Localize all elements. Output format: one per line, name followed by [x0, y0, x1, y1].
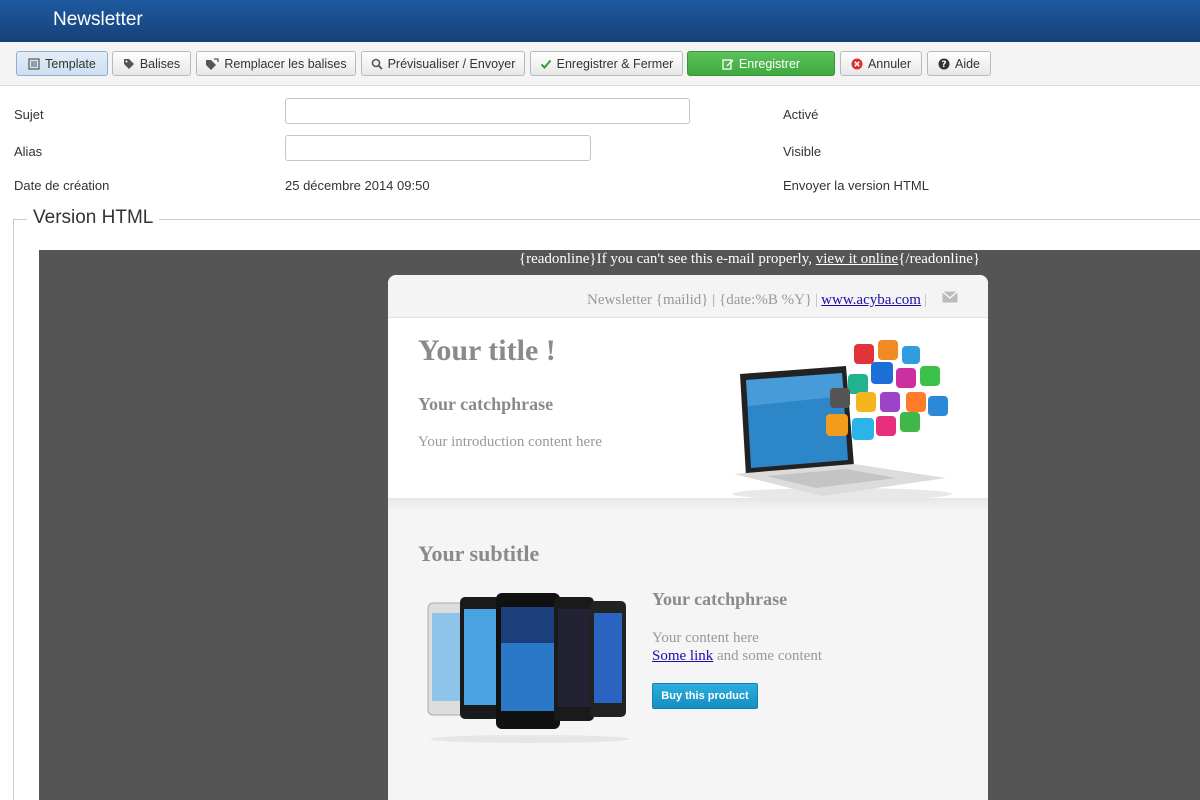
replace-tags-button[interactable]: Remplacer les balises — [196, 51, 356, 76]
toolbar: Template Balises Remplacer les balises P… — [0, 42, 1200, 86]
readonline-suffix: {/readonline} — [898, 251, 981, 267]
subject-label: Sujet — [14, 107, 44, 122]
readonline-prefix: {readonline}If you can't see this e-mail… — [518, 251, 816, 267]
preview-send-label: Prévisualiser / Envoyer — [387, 56, 516, 71]
hero-catchphrase: Your catchphrase — [418, 394, 554, 414]
template-button[interactable]: Template — [16, 51, 108, 76]
save-close-button[interactable]: Enregistrer & Fermer — [530, 51, 683, 76]
tags-label: Balises — [139, 56, 181, 71]
tags-button[interactable]: Balises — [112, 51, 191, 76]
alias-input[interactable] — [285, 135, 591, 161]
envelope-icon — [942, 291, 958, 303]
some-link[interactable]: Some link — [652, 648, 713, 664]
active-label: Activé — [783, 107, 819, 122]
hero-divider — [388, 498, 988, 510]
alias-label: Alias — [14, 144, 43, 159]
email-header-text: Newsletter {mailid} | {date:%B %Y} — [587, 292, 813, 308]
fieldset-border-left — [13, 219, 14, 800]
sub-content: Your content here Some link and some con… — [652, 629, 822, 665]
cancel-label: Annuler — [867, 56, 912, 71]
acyba-link[interactable]: www.acyba.com — [821, 292, 921, 308]
sub-content-text: Your content here — [652, 630, 759, 646]
hero-intro: Your introduction content here — [418, 434, 602, 450]
check-icon — [540, 59, 551, 69]
fieldset-border — [13, 219, 1200, 220]
sub-link-suffix: and some content — [713, 648, 822, 664]
preview-send-button[interactable]: Prévisualiser / Envoyer — [361, 51, 525, 76]
replace-tags-label: Remplacer les balises — [224, 56, 347, 71]
hero-block: Your title ! Your catchphrase Your intro… — [388, 318, 988, 500]
page-title: Newsletter — [53, 9, 143, 30]
top-bar: Newsletter — [0, 0, 1200, 42]
creation-date-value: 25 décembre 2014 09:50 — [285, 178, 430, 193]
subject-input[interactable] — [285, 98, 690, 124]
tag-replace-icon — [206, 57, 220, 70]
smartphones-image — [427, 593, 630, 743]
edit-icon — [722, 58, 734, 70]
save-button[interactable]: Enregistrer — [687, 51, 835, 76]
sub-catchphrase: Your catchphrase — [652, 589, 788, 609]
cancel-icon — [851, 58, 863, 69]
svg-text:?: ? — [941, 60, 946, 70]
template-icon — [28, 57, 40, 70]
sub-content-line: Some link and some content — [652, 647, 822, 665]
save-close-label: Enregistrer & Fermer — [556, 56, 674, 71]
help-label: Aide — [954, 56, 981, 71]
cancel-button[interactable]: Annuler — [840, 51, 922, 76]
send-html-label: Envoyer la version HTML — [783, 178, 929, 193]
readonline-line: {readonline}If you can't see this e-mail… — [39, 250, 1200, 268]
help-icon: ? — [938, 58, 950, 70]
tag-icon — [123, 58, 134, 69]
email-header-meta: Newsletter {mailid} | {date:%B %Y} | www.a… — [587, 292, 927, 308]
save-label: Enregistrer — [738, 56, 801, 71]
email-template: Newsletter {mailid} | {date:%B %Y} | www.a… — [388, 275, 988, 800]
template-label: Template — [45, 56, 96, 71]
laptop-apps-image — [732, 340, 952, 500]
search-icon — [371, 58, 383, 70]
buy-product-button[interactable]: Buy this product — [652, 683, 758, 709]
html-editor-preview[interactable]: {readonline}If you can't see this e-mail… — [39, 250, 1200, 800]
visible-label: Visible — [783, 144, 822, 159]
email-subtitle: Your subtitle — [418, 541, 540, 566]
email-header: Newsletter {mailid} | {date:%B %Y} | www.a… — [388, 275, 988, 318]
creation-date-label: Date de création — [14, 178, 110, 193]
hero-title: Your title ! — [418, 334, 556, 367]
html-version-legend: Version HTML — [27, 207, 160, 229]
view-online-link[interactable]: view it online — [816, 251, 899, 267]
help-button[interactable]: ? Aide — [927, 51, 991, 76]
